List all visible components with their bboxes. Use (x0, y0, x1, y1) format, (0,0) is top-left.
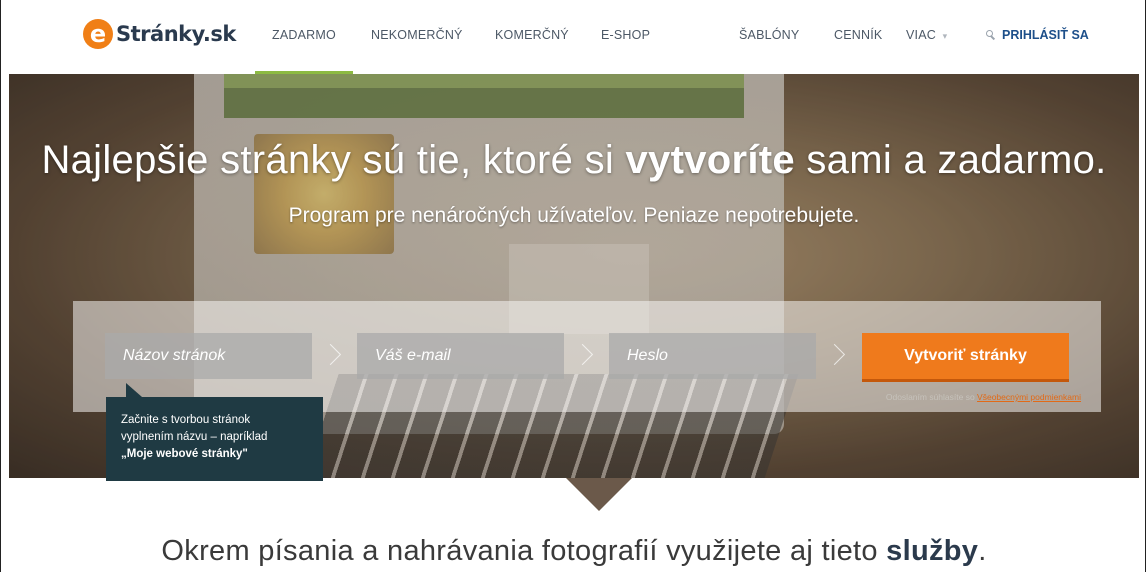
logo-mark: e (83, 19, 113, 49)
nav-item-sablony[interactable]: ŠABLÓNY (739, 28, 799, 42)
site-name-input[interactable]: Názov stránok (105, 333, 312, 379)
hero-title-part1: Najlepšie stránky sú tie, ktoré si (41, 138, 626, 182)
hero-title-bold: vytvoríte (625, 138, 795, 182)
tooltip-example: „Moje webové stránky" (121, 448, 248, 460)
services-heading-end: . (978, 535, 987, 567)
services-heading-text: Okrem písania a nahrávania fotografií vy… (161, 535, 887, 567)
hero-subtitle: Program pre nenáročných užívateľov. Peni… (288, 204, 860, 227)
key-icon (986, 30, 996, 40)
chevron-right-icon (575, 343, 587, 367)
chevron-right-icon (323, 343, 335, 367)
nav-item-viac-label: VIAC (906, 28, 936, 42)
site-name-tooltip: Začnite s tvorbou stránok vyplnením názv… (106, 383, 323, 481)
logo[interactable]: e Stránky.sk (83, 18, 236, 50)
nav-item-zadarmo[interactable]: ZADARMO (272, 28, 336, 42)
create-site-button[interactable]: Vytvoriť stránky (862, 333, 1069, 382)
hero-title-part2: sami a zadarmo. (794, 138, 1107, 182)
section-down-arrow-icon (566, 478, 632, 511)
terms-prefix: Odoslaním súhlasíte so (885, 392, 978, 402)
password-input[interactable]: Heslo (609, 333, 816, 379)
nav-item-cennik[interactable]: CENNÍK (834, 28, 882, 42)
email-input[interactable]: Váš e-mail (357, 333, 564, 379)
header: e Stránky.sk ZADARMO NEKOMERČNÝ KOMERČNÝ… (1, 0, 1145, 74)
tooltip-line1: Začnite s tvorbou stránok (121, 414, 251, 426)
page-frame: e Stránky.sk ZADARMO NEKOMERČNÝ KOMERČNÝ… (0, 0, 1146, 572)
terms-link[interactable]: Všeobecnými podmienkami (977, 392, 1081, 402)
nav-item-eshop[interactable]: E-SHOP (601, 28, 650, 42)
services-heading-bold: služby (886, 535, 979, 567)
nav-item-viac[interactable]: VIAC ▾ (906, 28, 947, 42)
login-link[interactable]: PRIHLÁSIŤ SA (986, 28, 1089, 42)
chevron-down-icon: ▾ (942, 31, 948, 41)
hero-title: Najlepšie stránky sú tie, ktoré si vytvo… (9, 138, 1139, 183)
nav-active-indicator (255, 71, 353, 74)
login-label: PRIHLÁSIŤ SA (1002, 28, 1089, 42)
logo-text: Stránky.sk (116, 22, 236, 46)
terms-note: Odoslaním súhlasíte so Všeobecnými podmi… (851, 392, 1081, 402)
nav-item-komercny[interactable]: KOMERČNÝ (495, 28, 569, 42)
tooltip-line2: vyplnením názvu – napríklad (121, 431, 268, 443)
chevron-right-icon (827, 343, 839, 367)
services-heading: Okrem písania a nahrávania fotografií vy… (1, 535, 1145, 568)
nav-item-nekomercny[interactable]: NEKOMERČNÝ (371, 28, 463, 42)
